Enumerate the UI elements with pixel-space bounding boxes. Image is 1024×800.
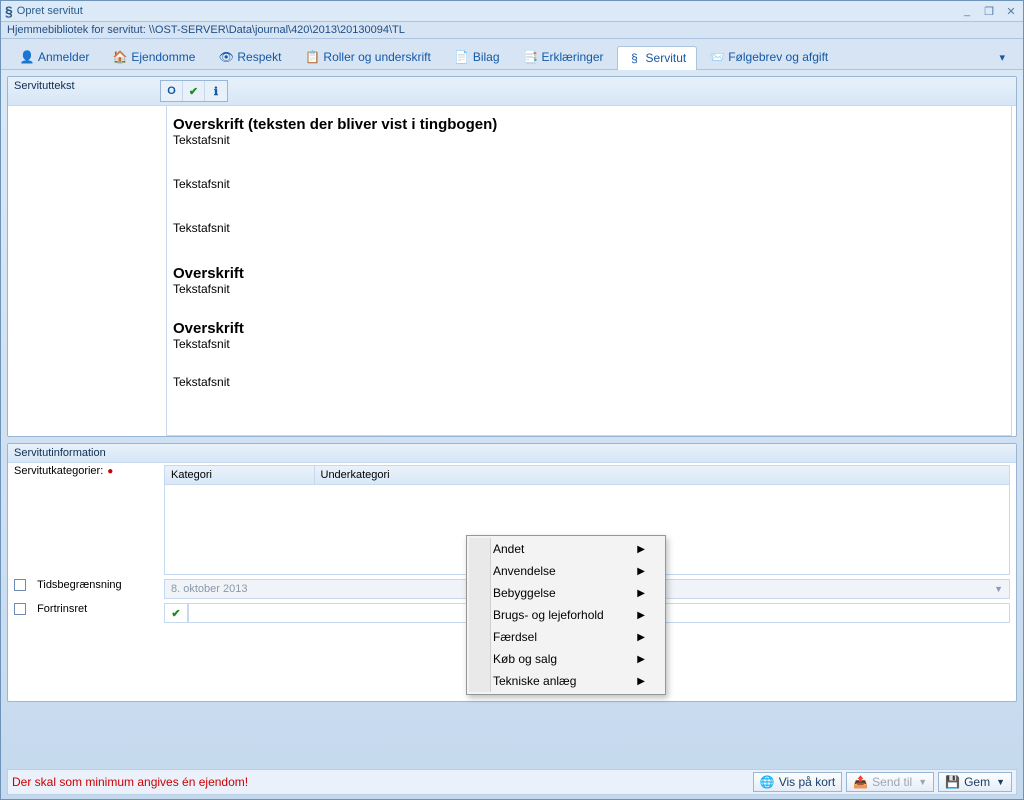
menu-label: Tekniske anlæg (493, 674, 576, 688)
house-icon: 🏠 (113, 50, 127, 64)
maximize-button[interactable]: ❐ (981, 5, 997, 18)
chevron-down-icon: ▼ (918, 777, 927, 787)
roles-icon: 📋 (305, 50, 319, 64)
chevron-down-icon: ▼ (996, 777, 1005, 787)
tab-label: Servitut (646, 51, 687, 65)
tab-label: Bilag (473, 50, 500, 64)
letter-icon: 📨 (710, 50, 724, 64)
status-bar: Der skal som minimum angives én ejendom!… (7, 769, 1017, 795)
menu-label: Anvendelse (493, 564, 556, 578)
info-button[interactable]: ℹ (205, 81, 227, 101)
tab-erklaeringer[interactable]: 📑 Erklæringer (513, 45, 615, 69)
servituttekst-label: Servituttekst (14, 80, 152, 92)
editor-heading: Overskrift (173, 320, 1005, 337)
tab-ejendomme[interactable]: 🏠 Ejendomme (102, 45, 206, 69)
tab-label: Ejendomme (131, 50, 195, 64)
submenu-arrow-icon: ▶ (637, 588, 645, 599)
editor-paragraph: Tekstafsnit (173, 133, 1005, 147)
section-icon: § (628, 51, 642, 65)
path-bar: Hjemmebibliotek for servitut: \\OST-SERV… (1, 21, 1023, 39)
minimize-button[interactable]: _ (959, 5, 975, 18)
menu-anvendelse[interactable]: Anvendelse ▶ (469, 560, 663, 582)
vis-kort-button[interactable]: 🌐 Vis på kort (753, 772, 842, 792)
eye-icon: 👁 (219, 50, 233, 64)
gem-button[interactable]: 💾 Gem ▼ (938, 772, 1012, 792)
close-button[interactable]: ✕ (1003, 5, 1019, 18)
attachment-icon: 📄 (455, 50, 469, 64)
button-label: Vis på kort (779, 775, 835, 789)
submenu-arrow-icon: ▶ (637, 610, 645, 621)
globe-icon: 🌐 (760, 775, 775, 789)
person-icon: 👤 (20, 50, 34, 64)
submenu-arrow-icon: ▶ (637, 676, 645, 687)
fortrin-checkbox[interactable] (14, 603, 26, 615)
tab-overflow[interactable]: ▾ (989, 51, 1015, 69)
section-icon: § (5, 3, 13, 19)
col-underkategori[interactable]: Underkategori (315, 466, 1010, 484)
menu-brugs[interactable]: Brugs- og lejeforhold ▶ (469, 604, 663, 626)
tab-bilag[interactable]: 📄 Bilag (444, 45, 511, 69)
tids-checkbox[interactable] (14, 579, 26, 591)
menu-faerdsel[interactable]: Færdsel ▶ (469, 626, 663, 648)
editor-heading: Overskrift (teksten der bliver vist i ti… (173, 116, 1005, 133)
submenu-arrow-icon: ▶ (637, 632, 645, 643)
editor-paragraph: Tekstafsnit (173, 282, 1005, 296)
menu-label: Andet (493, 542, 524, 556)
status-error: Der skal som minimum angives én ejendom! (12, 775, 749, 789)
tids-label: Tidsbegrænsning (37, 579, 122, 591)
window-title: Opret servitut (17, 5, 959, 17)
submenu-arrow-icon: ▶ (637, 566, 645, 577)
editor-heading: Overskrift (173, 265, 1005, 282)
validate-button[interactable]: ✔ (183, 81, 205, 101)
fortrin-check-button[interactable]: ✔ (164, 603, 188, 623)
editor-toolbar: O ✔ ℹ (160, 80, 228, 102)
menu-tekniske[interactable]: Tekniske anlæg ▶ (469, 670, 663, 692)
declaration-icon: 📑 (524, 50, 538, 64)
button-label: Send til (872, 775, 912, 789)
tab-label: Erklæringer (542, 50, 604, 64)
tabstrip: 👤 Anmelder 🏠 Ejendomme 👁 Respekt 📋 Roller og… (1, 39, 1023, 70)
context-menu: Andet ▶ Anvendelse ▶ Bebyggelse ▶ Brugs- og… (466, 535, 666, 695)
menu-label: Køb og salg (493, 652, 557, 666)
button-label: Gem (964, 775, 990, 789)
submenu-arrow-icon: ▶ (637, 544, 645, 555)
tab-label: Roller og underskrift (323, 50, 430, 64)
submenu-arrow-icon: ▶ (637, 654, 645, 665)
tab-label: Respekt (237, 50, 281, 64)
menu-bebyggelse[interactable]: Bebyggelse ▶ (469, 582, 663, 604)
save-icon: 💾 (945, 775, 960, 789)
menu-label: Brugs- og lejeforhold (493, 608, 604, 622)
editor-paragraph: Tekstafsnit (173, 337, 1005, 351)
menu-label: Bebyggelse (493, 586, 556, 600)
servitutinfo-title: Servitutinformation (14, 447, 106, 459)
tab-servitut[interactable]: § Servitut (617, 46, 698, 70)
required-icon: ● (107, 466, 113, 477)
tab-anmelder[interactable]: 👤 Anmelder (9, 45, 100, 69)
editor-paragraph: Tekstafsnit (173, 375, 1005, 389)
tab-label: Anmelder (38, 50, 89, 64)
menu-andet[interactable]: Andet ▶ (469, 538, 663, 560)
col-kategori[interactable]: Kategori (165, 466, 315, 484)
chevron-down-icon: ▼ (994, 584, 1003, 594)
outline-button[interactable]: O (161, 81, 183, 101)
kategorier-label: Servitutkategorier: (14, 465, 103, 477)
window-controls: _ ❐ ✕ (959, 5, 1019, 18)
servituttekst-group: Servituttekst O ✔ ℹ Overskrift (teksten … (7, 76, 1017, 437)
menu-kob[interactable]: Køb og salg ▶ (469, 648, 663, 670)
send-icon: 📤 (853, 775, 868, 789)
fortrin-label: Fortrinsret (37, 603, 87, 615)
servitut-editor[interactable]: Overskrift (teksten der bliver vist i ti… (166, 106, 1012, 436)
tab-roller[interactable]: 📋 Roller og underskrift (294, 45, 441, 69)
editor-paragraph: Tekstafsnit (173, 177, 1005, 191)
titlebar: § Opret servitut _ ❐ ✕ (1, 1, 1023, 21)
editor-paragraph: Tekstafsnit (173, 221, 1005, 235)
tab-respekt[interactable]: 👁 Respekt (208, 45, 292, 69)
menu-label: Færdsel (493, 630, 537, 644)
tids-value: 8. oktober 2013 (171, 583, 247, 595)
send-til-button[interactable]: 📤 Send til ▼ (846, 772, 934, 792)
tab-label: Følgebrev og afgift (728, 50, 828, 64)
tab-folgebrev[interactable]: 📨 Følgebrev og afgift (699, 45, 839, 69)
